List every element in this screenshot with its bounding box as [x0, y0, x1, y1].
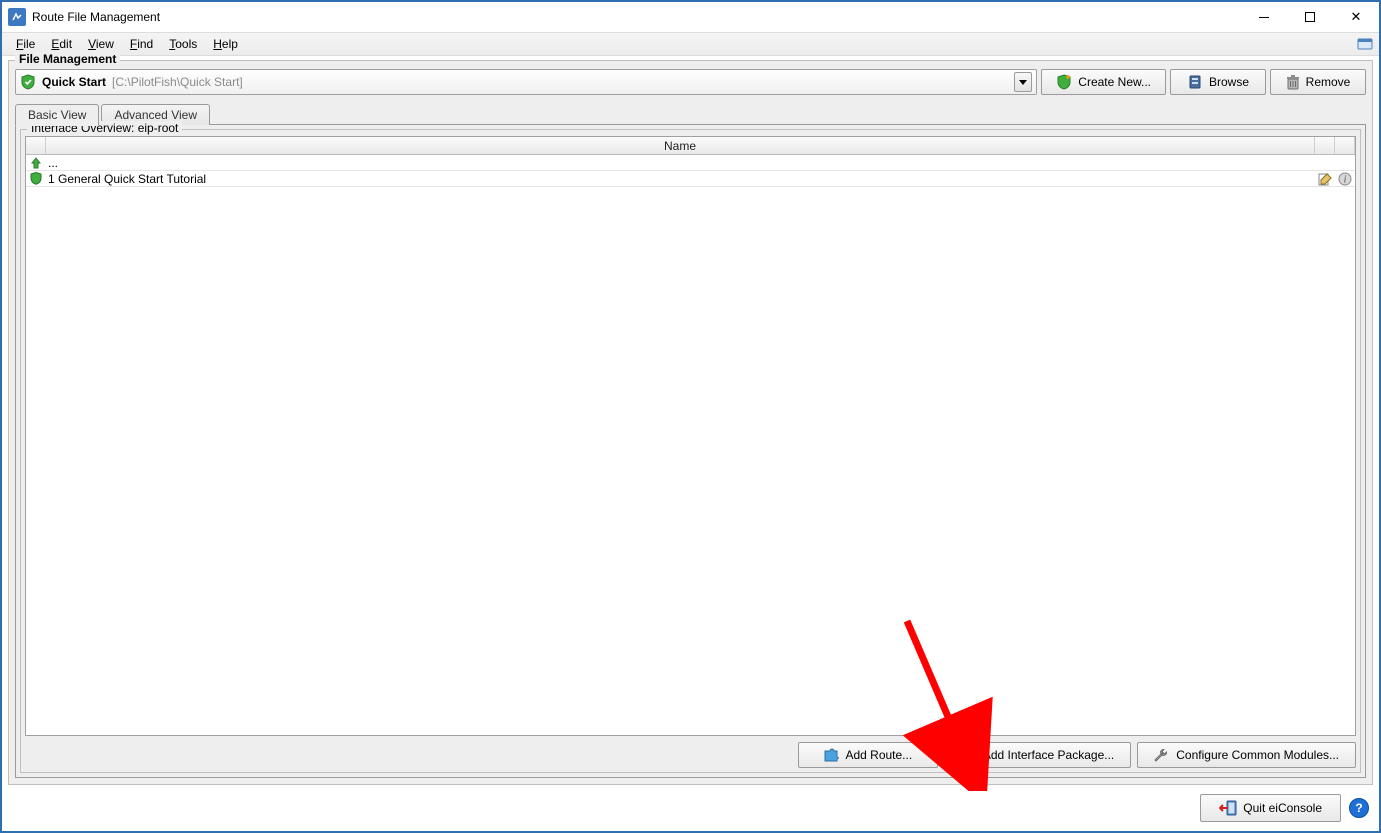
cabinet-icon — [1187, 74, 1203, 90]
interface-table: Name ... — [25, 136, 1356, 736]
quit-eiconsole-button[interactable]: Quit eiConsole — [1200, 794, 1341, 822]
file-management-panel: File Management Quick Start [C:\PilotFis… — [8, 60, 1373, 785]
configure-common-modules-button[interactable]: Configure Common Modules... — [1137, 742, 1356, 768]
footer-bar: Quit eiConsole ? — [8, 785, 1373, 825]
app-icon — [8, 8, 26, 26]
svg-text:i: i — [1344, 174, 1347, 185]
create-new-icon — [1056, 74, 1072, 90]
tab-panel-basic: Interface Overview: eip-root Name — [15, 124, 1366, 778]
shield-icon — [20, 74, 36, 90]
create-new-button[interactable]: Create New... — [1041, 69, 1166, 95]
row-up-name: ... — [46, 156, 1315, 170]
remove-label: Remove — [1306, 75, 1351, 89]
menu-help[interactable]: Help — [205, 35, 246, 53]
up-icon — [26, 157, 46, 169]
toolbar-window-icon[interactable] — [1357, 36, 1373, 52]
window-minimize-button[interactable] — [1241, 2, 1287, 32]
window-maximize-button[interactable] — [1287, 2, 1333, 32]
titlebar: Route File Management — [2, 2, 1379, 32]
add-route-button[interactable]: Add Route... — [798, 742, 938, 768]
add-route-label: Add Route... — [845, 748, 912, 762]
menu-view[interactable]: View — [80, 35, 122, 53]
working-dir-path: [C:\PilotFish\Quick Start] — [112, 75, 243, 89]
menu-tools[interactable]: Tools — [161, 35, 205, 53]
file-management-legend: File Management — [15, 52, 120, 66]
menubar: File Edit View Find Tools Help — [2, 32, 1379, 56]
menu-file[interactable]: File — [8, 35, 43, 53]
col-action-1[interactable] — [1315, 137, 1335, 154]
quit-label: Quit eiConsole — [1243, 801, 1322, 815]
table-header: Name — [26, 137, 1355, 155]
exit-icon — [1219, 800, 1237, 816]
shield-icon — [26, 172, 46, 185]
window-title: Route File Management — [32, 10, 160, 24]
working-dir-combo[interactable]: Quick Start [C:\PilotFish\Quick Start] — [15, 69, 1037, 95]
configure-common-modules-label: Configure Common Modules... — [1176, 748, 1339, 762]
puzzle-icon — [823, 747, 839, 763]
working-dir-dropdown-button[interactable] — [1014, 72, 1032, 92]
tab-basic-view[interactable]: Basic View — [15, 104, 99, 126]
menu-edit[interactable]: Edit — [43, 35, 80, 53]
col-name[interactable]: Name — [46, 137, 1315, 154]
create-new-label: Create New... — [1078, 75, 1151, 89]
trash-icon — [1286, 74, 1300, 90]
browse-label: Browse — [1209, 75, 1249, 89]
working-dir-name: Quick Start — [42, 75, 106, 89]
col-action-2[interactable] — [1335, 137, 1355, 154]
help-icon[interactable]: ? — [1349, 798, 1369, 818]
add-interface-package-button[interactable]: Add Interface Package... — [944, 742, 1131, 768]
interface-overview-panel: Interface Overview: eip-root Name — [20, 129, 1361, 773]
info-row-icon[interactable]: i — [1335, 172, 1355, 186]
wrench-icon — [1154, 747, 1170, 763]
menu-find[interactable]: Find — [122, 35, 161, 53]
table-row[interactable]: 1 General Quick Start Tutorial i — [26, 171, 1355, 187]
remove-button[interactable]: Remove — [1270, 69, 1366, 95]
browse-button[interactable]: Browse — [1170, 69, 1266, 95]
col-icon[interactable] — [26, 137, 46, 154]
shield-plus-icon — [961, 747, 977, 763]
window-close-button[interactable] — [1333, 2, 1379, 32]
table-row[interactable]: ... — [26, 155, 1355, 171]
add-interface-package-label: Add Interface Package... — [983, 748, 1114, 762]
row-tutorial-name: 1 General Quick Start Tutorial — [46, 172, 1315, 186]
edit-row-icon[interactable] — [1315, 172, 1335, 186]
